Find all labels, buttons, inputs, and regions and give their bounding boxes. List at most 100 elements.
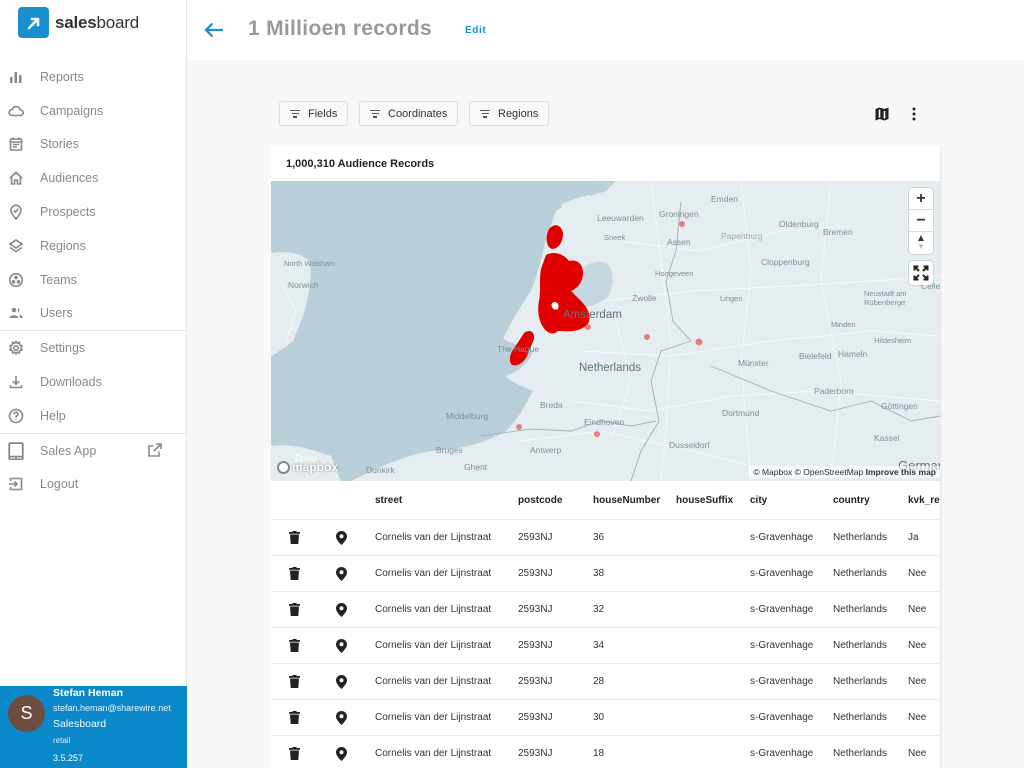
- trash-icon: [289, 639, 300, 652]
- more-options-button[interactable]: [904, 104, 924, 124]
- map-label: Kassel: [874, 433, 900, 443]
- cell-street: Cornelis van der Lijnstraat: [375, 676, 492, 687]
- delete-button[interactable]: [289, 520, 303, 555]
- sidebar-item-teams[interactable]: Teams: [0, 263, 186, 297]
- table-row[interactable]: Cornelis van der Lijnstraat 2593NJ 32 s-…: [271, 592, 940, 628]
- column-header-city[interactable]: city: [750, 481, 767, 519]
- sidebar-item-campaigns[interactable]: Campaigns: [0, 94, 186, 128]
- map-label: Antwerp: [530, 445, 562, 455]
- user-email: stefan.heman@sharewire.net: [53, 703, 171, 713]
- mapbox-attribution-link[interactable]: © Mapbox: [753, 467, 792, 477]
- external-link-icon[interactable]: [147, 442, 163, 461]
- cell-housenumber: 32: [593, 604, 605, 615]
- sidebar-item-help[interactable]: Help: [0, 399, 186, 433]
- map-label: Groningen: [659, 209, 699, 219]
- user-panel[interactable]: S Stefan Heman stefan.heman@sharewire.ne…: [0, 686, 187, 768]
- cell-country: Netherlands: [833, 604, 887, 615]
- locate-button[interactable]: [336, 664, 350, 699]
- filter-icon: [480, 109, 490, 118]
- sidebar-item-downloads[interactable]: Downloads: [0, 365, 186, 399]
- map-label: Papenburg: [721, 231, 763, 241]
- sidebar-item-label: Prospects: [40, 205, 96, 220]
- back-button[interactable]: [203, 19, 225, 41]
- column-header-housenumber[interactable]: houseNumber: [593, 481, 660, 519]
- map-label: Münster: [738, 358, 769, 368]
- mapbox-icon: [277, 460, 290, 474]
- osm-attribution-link[interactable]: © OpenStreetMap: [795, 467, 864, 477]
- logo-arrow-icon: [18, 7, 49, 38]
- sidebar-item-reports[interactable]: Reports: [0, 60, 186, 94]
- delete-button[interactable]: [289, 592, 303, 627]
- delete-button[interactable]: [289, 664, 303, 699]
- coordinates-filter-button[interactable]: Coordinates: [359, 101, 459, 126]
- sidebar-item-label: Reports: [40, 69, 84, 84]
- map-label: North Walsham: [284, 259, 336, 268]
- table-row[interactable]: Cornelis van der Lijnstraat 2593NJ 34 s-…: [271, 628, 940, 664]
- home-icon: [7, 169, 25, 187]
- sidebar-item-logout[interactable]: Logout: [0, 468, 186, 502]
- map-pin-icon: [336, 530, 347, 545]
- sidebar-item-audiences[interactable]: Audiences: [0, 161, 186, 195]
- tablet-icon: [7, 441, 25, 460]
- fields-filter-button[interactable]: Fields: [279, 101, 349, 126]
- trash-icon: [289, 747, 300, 760]
- table-row[interactable]: Cornelis van der Lijnstraat 2593NJ 36 s-…: [271, 520, 940, 556]
- column-header-postcode[interactable]: postcode: [518, 481, 562, 519]
- sidebar-item-settings[interactable]: Settings: [0, 331, 186, 365]
- delete-button[interactable]: [289, 628, 303, 663]
- user-organization: Salesboard: [53, 718, 107, 730]
- locate-button[interactable]: [336, 700, 350, 735]
- zoom-out-button[interactable]: −: [909, 210, 933, 232]
- cell-housenumber: 28: [593, 676, 605, 687]
- map-toggle-button[interactable]: [872, 104, 892, 124]
- cell-city: s-Gravenhage: [750, 676, 814, 687]
- table-row[interactable]: Cornelis van der Lijnstraat 2593NJ 38 s-…: [271, 556, 940, 592]
- column-header-kvk[interactable]: kvk_re: [908, 481, 940, 519]
- scrollbar[interactable]: [940, 146, 942, 768]
- table-row[interactable]: Cornelis van der Lijnstraat 2593NJ 28 s-…: [271, 664, 940, 700]
- cell-street: Cornelis van der Lijnstraat: [375, 640, 492, 651]
- delete-button[interactable]: [289, 736, 303, 768]
- locate-button[interactable]: [336, 628, 350, 663]
- sidebar-item-prospects[interactable]: Prospects: [0, 195, 186, 229]
- mapbox-logo[interactable]: mapbox: [277, 460, 338, 474]
- regions-filter-button[interactable]: Regions: [469, 101, 550, 126]
- map-base-layer: [271, 181, 940, 481]
- filter-icon: [370, 109, 380, 118]
- delete-button[interactable]: [289, 556, 303, 591]
- map-label: Dortmund: [722, 408, 760, 418]
- user-role: retail: [53, 736, 71, 745]
- table-row[interactable]: Cornelis van der Lijnstraat 2593NJ 18 s-…: [271, 736, 940, 768]
- map-label: Dunkirk: [366, 465, 395, 475]
- edit-button[interactable]: Edit: [465, 25, 486, 36]
- cloud-icon: [7, 102, 25, 120]
- cell-city: s-Gravenhage: [750, 640, 814, 651]
- sidebar-item-regions[interactable]: Regions: [0, 229, 186, 263]
- bar-chart-icon: [7, 68, 25, 86]
- delete-button[interactable]: [289, 700, 303, 735]
- compass-button[interactable]: ▲ ▼: [909, 232, 933, 254]
- cell-housenumber: 36: [593, 532, 605, 543]
- table-row[interactable]: Cornelis van der Lijnstraat 2593NJ 30 s-…: [271, 700, 940, 736]
- improve-map-link[interactable]: Improve this map: [866, 467, 936, 477]
- brand-logo[interactable]: salesboard: [18, 7, 139, 38]
- cell-postcode: 2593NJ: [518, 712, 553, 723]
- sidebar-item-stories[interactable]: Stories: [0, 128, 186, 162]
- locate-button[interactable]: [336, 556, 350, 591]
- locate-button[interactable]: [336, 592, 350, 627]
- column-header-housesuffix[interactable]: houseSuffix: [676, 481, 733, 519]
- sidebar-item-users[interactable]: Users: [0, 297, 186, 331]
- column-header-country[interactable]: country: [833, 481, 870, 519]
- map-view[interactable]: Leeuwarden Groningen Emden Oldenburg Bre…: [271, 181, 940, 481]
- cell-street: Cornelis van der Lijnstraat: [375, 604, 492, 615]
- fullscreen-button[interactable]: [909, 261, 933, 285]
- locate-button[interactable]: [336, 520, 350, 555]
- cell-housenumber: 34: [593, 640, 605, 651]
- audience-records-card: 1,000,310 Audience Records Leeuwarden Gr…: [271, 146, 940, 768]
- cell-country: Netherlands: [833, 568, 887, 579]
- cell-housenumber: 30: [593, 712, 605, 723]
- column-header-street[interactable]: street: [375, 481, 402, 519]
- sidebar-item-sales-app[interactable]: Sales App: [0, 434, 186, 468]
- zoom-in-button[interactable]: +: [909, 188, 933, 210]
- locate-button[interactable]: [336, 736, 350, 768]
